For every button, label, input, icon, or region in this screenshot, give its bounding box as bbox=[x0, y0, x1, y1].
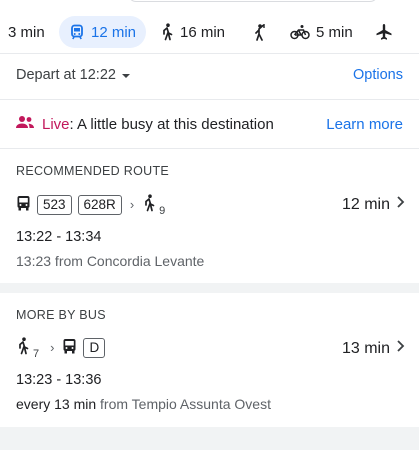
divider bbox=[0, 148, 419, 149]
tab-walking[interactable]: 16 min bbox=[160, 16, 225, 48]
tab-ride-hail[interactable] bbox=[253, 16, 269, 48]
options-link[interactable]: Options bbox=[353, 67, 403, 83]
departure-stop: 13:23 from Concordia Levante bbox=[16, 253, 205, 269]
recommended-duration[interactable]: 12 min bbox=[342, 195, 405, 214]
flight-icon bbox=[375, 23, 393, 41]
duration-label: 13 min bbox=[341, 339, 390, 357]
route-times: 13:23 - 13:36 bbox=[16, 372, 102, 388]
bus-line-badge: D bbox=[83, 337, 106, 358]
live-label: Live bbox=[42, 115, 70, 133]
walk-icon bbox=[160, 23, 174, 41]
bus-line-badge: 628R bbox=[77, 194, 122, 215]
stop-label: from Tempio Assunta Ovest bbox=[96, 396, 271, 412]
tab-cycling[interactable]: 5 min bbox=[290, 16, 353, 48]
tab-driving-label: 3 min bbox=[8, 23, 45, 41]
more-by-bus-section-title: MORE BY BUS bbox=[16, 308, 106, 322]
walk-icon bbox=[142, 194, 156, 215]
frequency-label: every 13 min bbox=[16, 396, 97, 412]
section-separator bbox=[0, 283, 419, 293]
tab-transit[interactable]: 12 min bbox=[59, 16, 147, 48]
tab-driving[interactable]: 3 min bbox=[8, 16, 45, 48]
divider bbox=[0, 53, 419, 54]
dropdown-caret-icon bbox=[121, 74, 130, 78]
tab-transit-label: 12 min bbox=[91, 23, 137, 41]
people-icon bbox=[16, 115, 34, 133]
tab-cycling-label: 5 min bbox=[316, 23, 353, 41]
divider bbox=[0, 99, 419, 100]
live-text: : A little busy at this destination bbox=[69, 115, 274, 133]
tab-walking-label: 16 min bbox=[180, 23, 226, 41]
chevron-right-icon bbox=[396, 195, 405, 214]
travel-mode-tabs: 3 min 12 min 16 min 5 min bbox=[0, 14, 419, 50]
ride-hail-icon bbox=[253, 23, 269, 41]
departure-stop: every 13 min from Tempio Assunta Ovest bbox=[16, 396, 271, 412]
step-separator-icon: › bbox=[129, 197, 135, 212]
bus-line-badge: 523 bbox=[37, 194, 72, 215]
recommended-route-steps[interactable]: 523 628R › 9 bbox=[16, 194, 168, 217]
step-separator-icon: › bbox=[50, 340, 55, 355]
walk-minutes: 7 bbox=[33, 347, 40, 360]
duration-label: 12 min bbox=[341, 195, 390, 213]
route-times: 13:22 - 13:34 bbox=[16, 229, 102, 245]
learn-more-link[interactable]: Learn more bbox=[326, 116, 403, 133]
section-separator bbox=[0, 427, 419, 450]
recommended-section-title: RECOMMENDED ROUTE bbox=[16, 164, 170, 178]
bus-route-steps[interactable]: 7 › D bbox=[16, 337, 106, 360]
chevron-right-icon bbox=[396, 339, 405, 358]
search-box-bottom-edge bbox=[128, 0, 378, 2]
depart-time-selector[interactable]: Depart at 12:22 bbox=[16, 67, 130, 83]
walk-minutes: 9 bbox=[159, 204, 166, 217]
bus-icon bbox=[16, 195, 31, 214]
depart-label: Depart at 12:22 bbox=[16, 67, 116, 83]
live-busyness-notice: Live: A little busy at this destination bbox=[16, 115, 274, 133]
bike-icon bbox=[290, 24, 310, 40]
bus-route-duration[interactable]: 13 min bbox=[342, 339, 405, 358]
bus-icon bbox=[62, 338, 77, 357]
tab-flights[interactable] bbox=[375, 16, 393, 48]
transit-icon bbox=[69, 24, 85, 40]
walk-icon bbox=[16, 337, 30, 358]
